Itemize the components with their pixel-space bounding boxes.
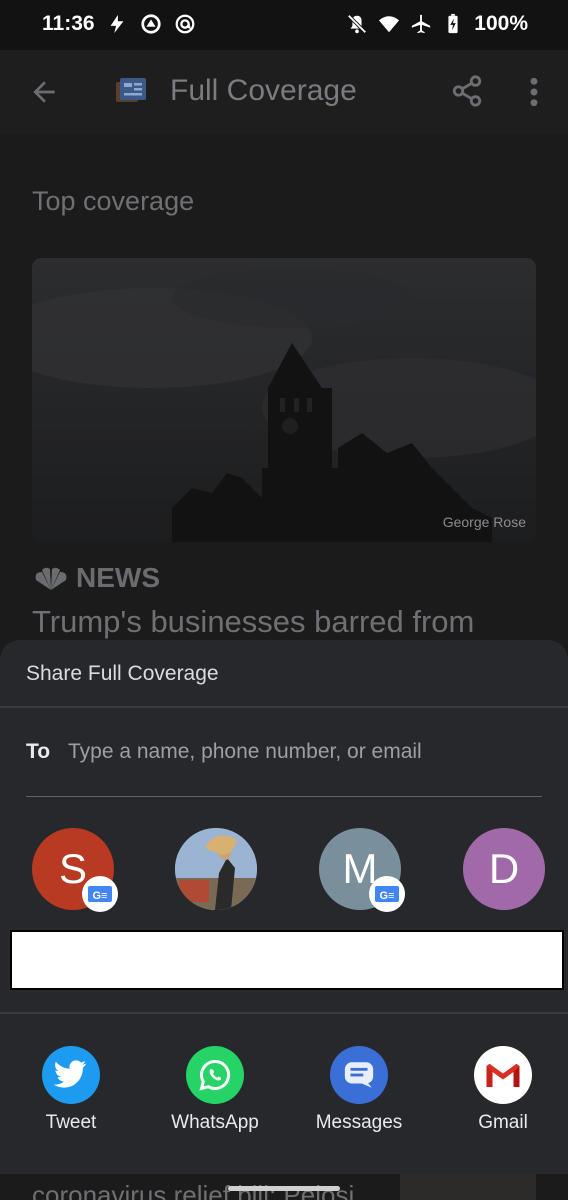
whatsapp-icon bbox=[186, 1046, 244, 1104]
to-label: To bbox=[26, 740, 51, 763]
contact-photo[interactable] bbox=[175, 828, 257, 910]
hero-image[interactable]: George Rose bbox=[32, 258, 536, 542]
photo-credit: George Rose bbox=[442, 514, 526, 530]
contact-m[interactable]: M G≡ bbox=[319, 828, 405, 912]
wifi-icon bbox=[379, 16, 400, 33]
gmail-icon bbox=[474, 1046, 532, 1104]
status-left-icons bbox=[106, 13, 196, 35]
share-target-tweet[interactable]: Tweet bbox=[11, 1046, 131, 1134]
status-right: 100% bbox=[346, 12, 528, 36]
share-app-row: Tweet WhatsApp Messages Gmail bbox=[0, 1046, 568, 1146]
redacted-contact-names bbox=[10, 930, 564, 990]
app-label: WhatsApp bbox=[171, 1112, 259, 1133]
battery-percentage: 100% bbox=[474, 12, 528, 35]
app-label: Gmail bbox=[478, 1112, 528, 1133]
clock-tower-photo bbox=[32, 258, 536, 542]
app-bar: Full Coverage bbox=[0, 50, 568, 134]
at-sign-icon bbox=[175, 14, 195, 34]
divider bbox=[0, 706, 568, 708]
messages-icon bbox=[330, 1046, 388, 1104]
contact-s[interactable]: S G≡ bbox=[32, 828, 118, 912]
source-name: NEWS bbox=[76, 562, 160, 593]
gesture-nav-handle[interactable] bbox=[228, 1186, 340, 1191]
share-sheet: Share Full Coverage To S G≡ bbox=[0, 640, 568, 1174]
status-time: 11:36 bbox=[42, 12, 95, 35]
sync-app-icon bbox=[141, 14, 161, 34]
contact-row: S G≡ M G≡ D bbox=[0, 828, 568, 914]
google-news-badge-icon: G≡ bbox=[369, 876, 405, 912]
divider bbox=[0, 1012, 568, 1014]
battery-charging-icon bbox=[448, 13, 458, 34]
google-news-logo-icon bbox=[116, 78, 146, 102]
contact-d[interactable]: D bbox=[463, 828, 545, 910]
back-arrow-icon[interactable] bbox=[28, 76, 60, 108]
airplane-icon bbox=[412, 14, 431, 34]
share-target-whatsapp[interactable]: WhatsApp bbox=[155, 1046, 275, 1134]
share-sheet-title: Share Full Coverage bbox=[26, 662, 219, 685]
more-vert-icon[interactable] bbox=[524, 76, 544, 108]
contact-initial: D bbox=[488, 845, 520, 892]
share-target-gmail[interactable]: Gmail bbox=[443, 1046, 563, 1134]
page-title: Full Coverage bbox=[170, 74, 357, 107]
badge-text: G≡ bbox=[380, 890, 395, 902]
contact-avatar: D bbox=[463, 828, 545, 910]
contact-photo-image bbox=[175, 828, 257, 910]
google-news-badge-icon: G≡ bbox=[82, 876, 118, 912]
share-target-messages[interactable]: Messages bbox=[299, 1046, 419, 1134]
badge-text: G≡ bbox=[93, 890, 108, 902]
contact-avatar bbox=[175, 828, 257, 910]
twitter-icon bbox=[42, 1046, 100, 1104]
peek-thumbnail bbox=[400, 1174, 536, 1200]
app-label: Messages bbox=[315, 1112, 403, 1133]
peacock-icon bbox=[35, 567, 67, 590]
section-title: Top coverage bbox=[32, 186, 195, 216]
input-underline bbox=[26, 796, 542, 797]
source-logo: NEWS bbox=[32, 562, 160, 594]
status-bar: 11:36 100% bbox=[0, 0, 568, 50]
flash-icon bbox=[110, 14, 124, 34]
share-icon[interactable] bbox=[450, 74, 484, 108]
bell-off-icon bbox=[347, 14, 367, 34]
app-label: Tweet bbox=[45, 1112, 97, 1133]
article-headline[interactable]: Trump's businesses barred from bbox=[32, 604, 474, 640]
recipient-input[interactable] bbox=[66, 734, 530, 770]
